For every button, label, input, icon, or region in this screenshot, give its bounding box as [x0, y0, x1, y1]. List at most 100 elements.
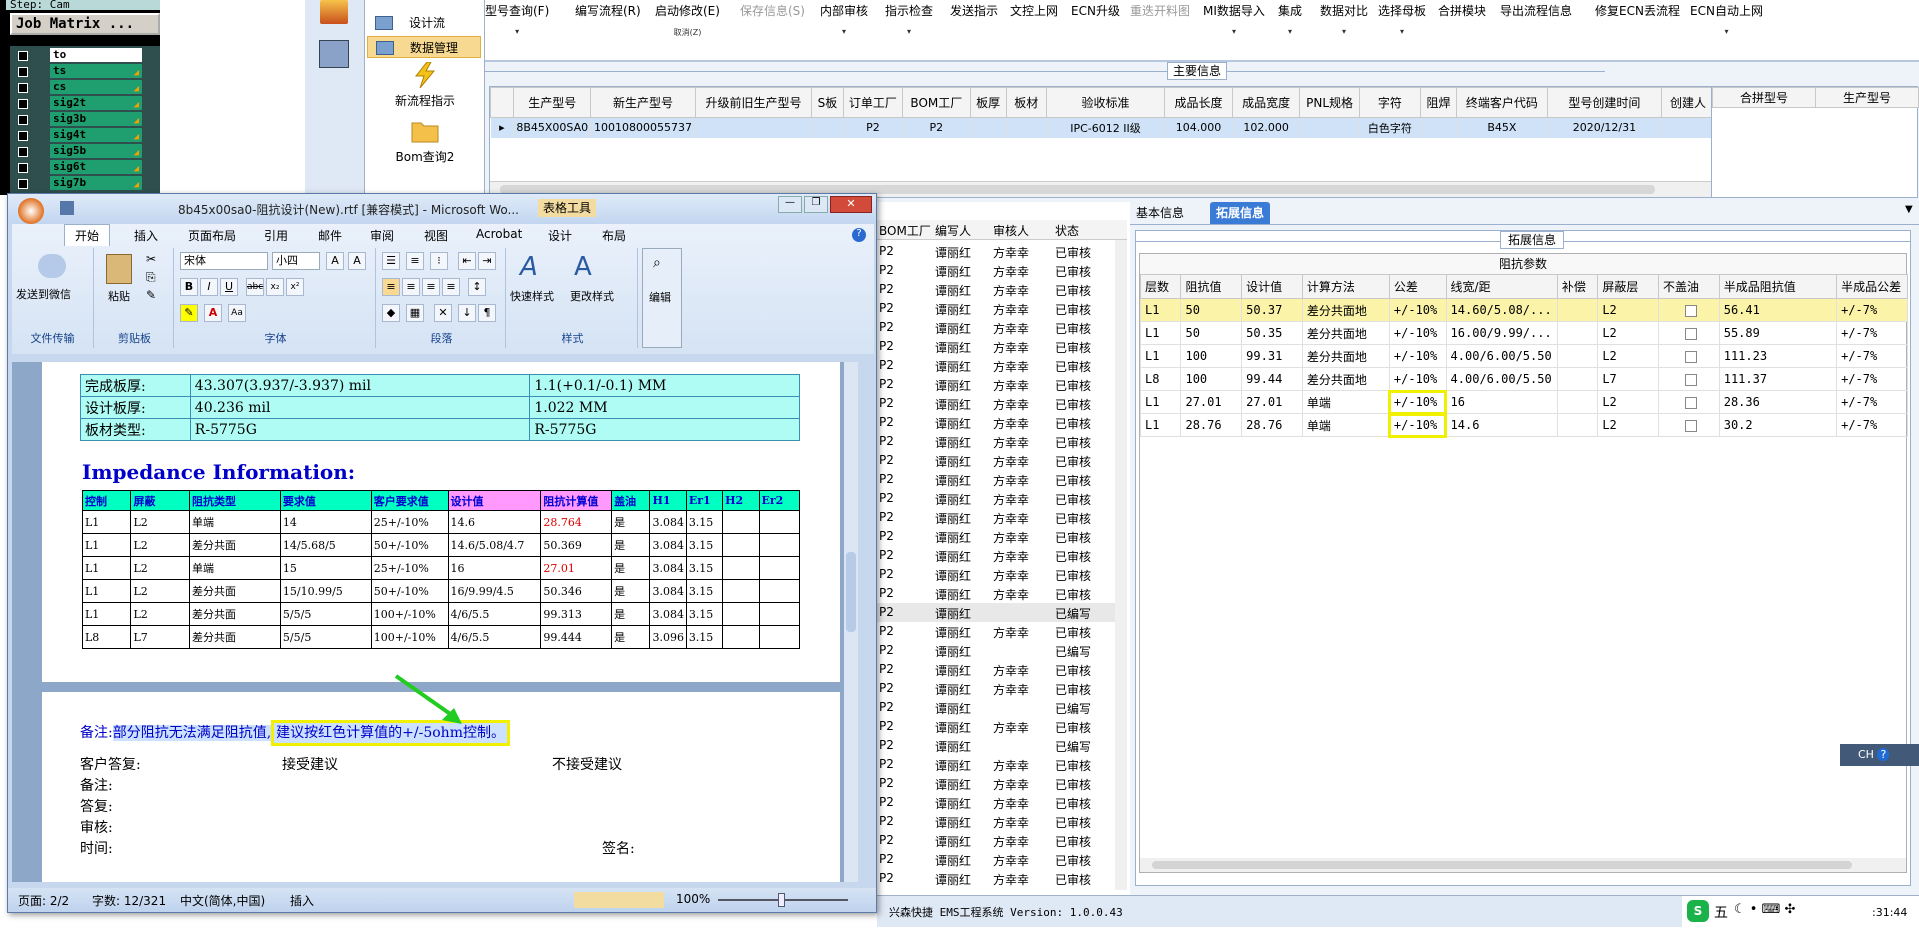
table-row[interactable]: L1 27.01 27.01 单端 +/-10% 16 L2 28.36 +/-7%	[1139, 389, 1908, 415]
list-item[interactable]: P2 谭丽红 方幸幸 已审核	[877, 793, 1117, 812]
justify-icon[interactable]: ≡	[442, 278, 460, 296]
copy-icon[interactable]: ⎘	[146, 270, 156, 285]
column-header[interactable]: 订单工厂	[842, 87, 904, 118]
toolbar-button[interactable]: 文控上网	[1010, 2, 1058, 27]
dropdown-arrow-icon[interactable]: 取消(Z)	[655, 27, 720, 38]
office-button-icon[interactable]	[18, 198, 44, 224]
list-item[interactable]: P2 谭丽红 方幸幸 已审核	[877, 299, 1117, 318]
list-item[interactable]: P2 谭丽红 方幸幸 已审核	[877, 755, 1117, 774]
list-item[interactable]: P2 谭丽红 方幸幸 已审核	[877, 508, 1117, 527]
column-header[interactable]: 屏蔽层	[1597, 274, 1660, 299]
numbering-icon[interactable]: ≡	[406, 252, 424, 270]
ribbon-tab[interactable]: Acrobat	[476, 227, 522, 241]
column-header[interactable]: 阻焊	[1419, 87, 1457, 118]
column-header[interactable]: BOM工厂	[902, 87, 971, 118]
layer-checkbox[interactable]	[18, 115, 28, 125]
layer-name[interactable]: sig2t ◢	[50, 96, 142, 110]
no-oil-checkbox[interactable]	[1684, 304, 1697, 317]
toolbar-button[interactable]: 发送指示	[950, 2, 998, 27]
ribbon-tab[interactable]: 视图	[424, 227, 448, 244]
column-header[interactable]: 成品宽度	[1231, 87, 1301, 118]
nav-item-data-management[interactable]: 数据管理	[367, 36, 481, 58]
list-item[interactable]: P2 谭丽红 方幸幸 已审核	[877, 356, 1117, 375]
tab-basic-info[interactable]: 基本信息	[1130, 202, 1190, 224]
help-icon[interactable]: ?	[852, 228, 866, 242]
column-header[interactable]: BOM工厂	[879, 222, 931, 239]
toolbar-button[interactable]: 保存信息(S)	[740, 2, 805, 27]
table-cell[interactable]	[1658, 390, 1720, 414]
toolbar-button[interactable]: 选择母板 ▾	[1378, 2, 1426, 36]
column-header[interactable]: 半成品阻抗值	[1718, 274, 1838, 299]
show-marks-icon[interactable]: ¶	[478, 304, 496, 322]
list-item[interactable]: P2 谭丽红 方幸幸 已审核	[877, 679, 1117, 698]
column-header[interactable]: 状态	[1055, 222, 1079, 239]
column-header[interactable]: 生产型号	[513, 87, 592, 118]
layer-name[interactable]: sig3b ◢	[50, 112, 142, 126]
list-item[interactable]: P2 谭丽红 方幸幸 已审核	[877, 584, 1117, 603]
edit-button[interactable]: 编辑	[649, 289, 671, 305]
align-right-icon[interactable]: ≡	[422, 278, 440, 296]
view-buttons[interactable]	[574, 892, 664, 908]
table-row[interactable]: L1 100 99.31 差分共面地 +/-10% 4.00/6.00/5.50 L2 111…	[1139, 344, 1908, 368]
layer-name[interactable]: sig6t ◢	[50, 160, 142, 174]
list-item[interactable]: P2 谭丽红 方幸幸 已审核	[877, 774, 1117, 793]
list-item[interactable]: P2 谭丽红 方幸幸 已审核	[877, 831, 1117, 850]
font-color-icon[interactable]: A	[204, 304, 222, 322]
layer-row[interactable]: sig5b ◢	[14, 144, 146, 159]
paste-button[interactable]: 粘贴	[108, 288, 130, 304]
table-row[interactable]: L8 100 99.44 差分共面地 +/-10% 4.00/6.00/5.50 L7 111…	[1139, 367, 1908, 391]
layer-row[interactable]: sig2t ◢	[14, 96, 146, 111]
layer-checkbox[interactable]	[18, 179, 28, 189]
dropdown-arrow-icon[interactable]: ▾	[885, 27, 933, 36]
chinese-layout-icon[interactable]: ✕	[434, 304, 452, 322]
layer-row[interactable]: sig3b ◢	[14, 112, 146, 127]
list-item[interactable]: P2 谭丽红 方幸幸 已审核	[877, 850, 1117, 869]
language[interactable]: 中文(简体,中国)	[180, 892, 265, 909]
dropdown-arrow-icon[interactable]: ▾	[1320, 27, 1368, 36]
list-item[interactable]: P2 谭丽红 方幸幸 已审核	[877, 261, 1117, 280]
shrink-font-icon[interactable]: A	[348, 252, 366, 270]
column-header[interactable]: 审核人	[993, 222, 1029, 239]
list-item[interactable]: P2 谭丽红 方幸幸 已审核	[877, 546, 1117, 565]
toolbar-button[interactable]: 导出流程信息	[1500, 2, 1572, 27]
table-cell[interactable]	[1658, 321, 1720, 345]
layer-row[interactable]: ts ◢	[14, 64, 146, 79]
font-size-select[interactable]: 小四	[272, 252, 320, 270]
decrease-indent-icon[interactable]: ⇤	[458, 252, 476, 270]
shading-icon[interactable]: ◆	[382, 304, 400, 322]
font-name-select[interactable]: 宋体	[180, 252, 268, 270]
column-header[interactable]: S板	[811, 87, 844, 118]
table-row[interactable]: L1 50 50.35 差分共面地 +/-10% 16.00/9.99/... L2 55.8…	[1139, 321, 1908, 345]
horizontal-scrollbar[interactable]	[1140, 858, 1906, 872]
list-item[interactable]: P2 谭丽红 方幸幸 已审核	[877, 869, 1117, 888]
italic-icon[interactable]: I	[200, 278, 218, 296]
sogou-ime-icon[interactable]: S	[1687, 900, 1709, 922]
tower-icon[interactable]	[320, 0, 348, 24]
layer-checkbox[interactable]	[18, 51, 28, 61]
list-item[interactable]: P2 谭丽红 方幸幸 已审核	[877, 622, 1117, 641]
layer-row[interactable]: cs ◢	[14, 80, 146, 95]
layer-checkbox[interactable]	[18, 163, 28, 173]
bold-icon[interactable]: B	[180, 278, 198, 296]
layer-checkbox[interactable]	[18, 99, 28, 109]
align-center-icon[interactable]: ≡	[402, 278, 420, 296]
no-oil-checkbox[interactable]	[1684, 373, 1697, 386]
tray-icons[interactable]: ☾ • ⌨ ✣	[1734, 902, 1795, 917]
toolbar-button[interactable]: 内部审核 ▾	[820, 2, 868, 36]
new-flow-button[interactable]: 新流程指示	[365, 62, 485, 109]
paste-icon[interactable]	[106, 254, 132, 284]
dropdown-arrow-icon[interactable]: ▾	[485, 27, 549, 36]
nav-item-design-flow[interactable]: 设计流	[367, 12, 481, 34]
table-row[interactable]: ▸ 8B45X00SA0 10010800055737 P2 P2 IPC-6012 II…	[490, 117, 1713, 138]
align-left-icon[interactable]: ≡	[382, 278, 400, 296]
page-count[interactable]: 页面: 2/2	[18, 892, 69, 909]
column-header[interactable]: 创建人	[1661, 87, 1713, 118]
list-item[interactable]: P2 谭丽红 方幸幸 已审核	[877, 812, 1117, 831]
toolbar-button[interactable]: 集成 ▾	[1278, 2, 1302, 36]
ribbon-tab[interactable]: 布局	[602, 227, 626, 244]
no-oil-checkbox[interactable]	[1684, 396, 1697, 409]
job-matrix-button[interactable]: Job Matrix ...	[10, 13, 160, 35]
help-icon[interactable]: ?	[1877, 748, 1890, 761]
bullets-icon[interactable]: ☰	[382, 252, 400, 270]
tab-extended-info[interactable]: 拓展信息	[1210, 202, 1271, 224]
